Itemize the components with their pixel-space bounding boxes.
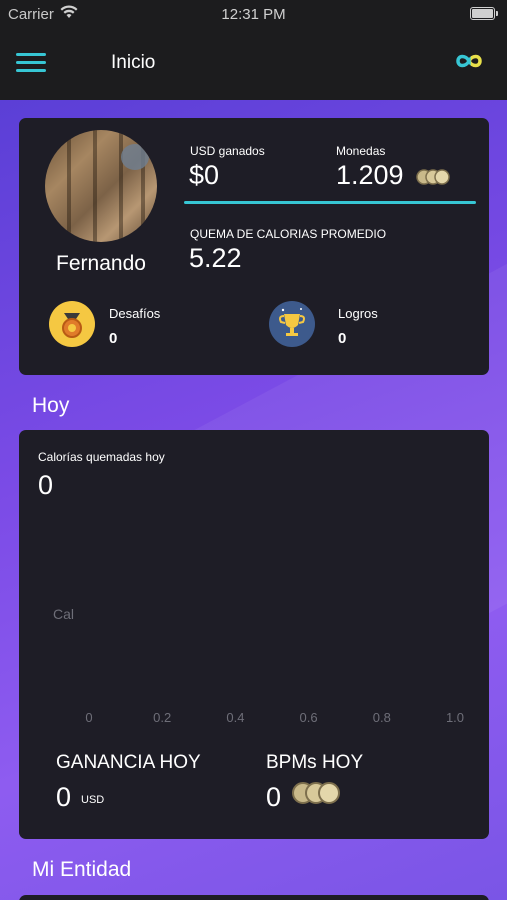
achievements-count: 0 <box>338 330 347 347</box>
coin-stack-icon <box>416 169 450 185</box>
usd-earned-label: USD ganados <box>190 144 265 158</box>
coins-value: 1.209 <box>336 160 404 190</box>
avg-calories-label: QUEMA DE CALORIAS PROMEDIO <box>190 227 387 241</box>
x-tick-label: 0.8 <box>373 710 391 725</box>
stats-divider <box>184 201 476 204</box>
coin-stack-icon <box>292 782 340 804</box>
gain-today-unit: USD <box>81 794 105 806</box>
challenges-label: Desafíos <box>109 306 161 321</box>
calories-today-label: Calorías quemadas hoy <box>38 450 165 464</box>
avg-calories-value: 5.22 <box>189 243 242 273</box>
profile-card: Fernando USD ganados $0 Monedas 1.209 QU… <box>19 118 489 375</box>
bpm-today-label: BPMs HOY <box>266 752 364 773</box>
trophy-icon[interactable] <box>269 301 315 347</box>
infinity-logo-icon[interactable] <box>453 50 485 72</box>
gain-today-label: GANANCIA HOY <box>56 752 201 773</box>
usd-earned-value: $0 <box>189 160 220 190</box>
x-tick-label: 0.4 <box>226 710 244 725</box>
entity-section-title: Mi Entidad <box>32 858 132 881</box>
status-bar: Carrier 12:31 PM <box>0 0 507 28</box>
bpm-today-value: 0 <box>266 782 282 812</box>
x-tick-label: 1.0 <box>446 710 464 725</box>
x-tick-label: 0 <box>85 710 92 725</box>
status-time: 12:31 PM <box>221 6 286 23</box>
achievements-label: Logros <box>338 306 378 321</box>
hamburger-menu-icon[interactable] <box>16 53 46 75</box>
page-title: Inicio <box>111 52 156 73</box>
x-tick-label: 0.2 <box>153 710 171 725</box>
battery-icon <box>470 7 498 20</box>
x-tick-label: 0.6 <box>300 710 318 725</box>
today-section-title: Hoy <box>32 394 70 417</box>
avatar[interactable] <box>45 130 157 242</box>
medal-icon[interactable] <box>49 301 95 347</box>
coins-label: Monedas <box>336 144 386 158</box>
calories-today-value: 0 <box>38 470 54 500</box>
profile-name: Fernando <box>56 252 146 275</box>
challenges-count: 0 <box>109 330 118 347</box>
chart-y-axis-label: Cal <box>53 606 75 622</box>
entity-card <box>19 895 489 900</box>
nav-bar: Inicio <box>0 28 507 100</box>
today-card: Calorías quemadas hoy 0 Cal 0 0.2 0.4 0.6 0.… <box>19 430 489 839</box>
calories-chart: 0 0.2 0.4 0.6 0.8 1.0 <box>85 710 464 725</box>
home-content[interactable]: Fernando USD ganados $0 Monedas 1.209 QU… <box>0 100 507 900</box>
gain-today-value: 0 <box>56 782 72 812</box>
